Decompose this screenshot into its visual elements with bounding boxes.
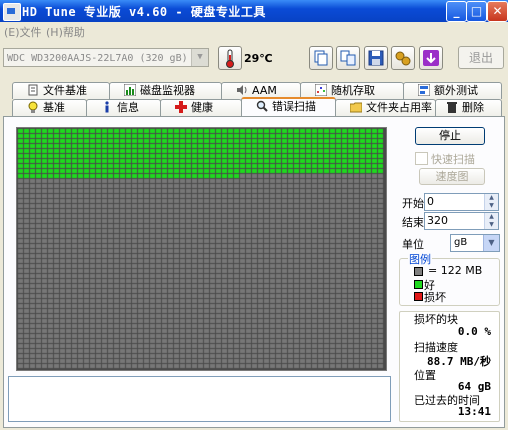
legend-block-size: = 122 MB [428, 264, 483, 277]
temperature-value: 29℃ [244, 52, 273, 65]
tab-label: 磁盘监视器 [140, 84, 195, 97]
legend-block-swatch [414, 267, 423, 276]
window-title: HD Tune 专业版 v4.60 - 硬盘专业工具 [22, 5, 266, 19]
spinner-arrows-icon[interactable]: ▲ ▼ [484, 213, 498, 229]
save-icon [368, 50, 384, 66]
maximize-button[interactable]: □ [466, 1, 487, 22]
copy-icon [314, 50, 328, 66]
end-value: 320 [427, 214, 448, 227]
extra-tests-icon [418, 84, 430, 96]
unit-select[interactable]: gB ▼ [450, 234, 500, 252]
tab-label: 文件夹占用率 [366, 101, 432, 114]
close-button[interactable]: ✕ [487, 1, 508, 22]
unit-value: gB [454, 237, 468, 248]
quick-scan-checkbox[interactable]: 快速扫描 [415, 151, 475, 167]
tab-file-benchmark[interactable]: 文件基准 [12, 82, 110, 99]
start-label: 开始 [402, 197, 424, 210]
tab-label: 错误扫描 [272, 100, 316, 113]
download-button[interactable] [419, 46, 443, 70]
drive-select-value: WDC WD3200AAJS-22L7A0 (320 gB) [7, 53, 188, 64]
copy-all-icon [340, 50, 356, 66]
info-icon [105, 101, 109, 113]
speed-map-button[interactable]: 速度图 [419, 168, 485, 185]
random-access-icon [315, 84, 327, 96]
elapsed-time-value: 13:41 [457, 405, 491, 418]
tab-info[interactable]: 信息 [86, 99, 161, 116]
options-button[interactable] [391, 46, 415, 70]
tab-label: 健康 [191, 101, 213, 114]
download-icon [423, 50, 439, 66]
tab-error-scan[interactable]: 错误扫描 [241, 97, 336, 116]
tab-label: 随机存取 [331, 84, 375, 97]
legend-bad-label: 损坏 [424, 291, 446, 304]
tab-benchmark[interactable]: 基准 [12, 99, 87, 116]
start-value: 0 [427, 195, 434, 208]
copy-all-button[interactable] [336, 46, 360, 70]
options-icon [395, 51, 411, 66]
scan-block-map [16, 127, 387, 371]
drive-select[interactable]: WDC WD3200AAJS-22L7A0 (320 gB) ▼ [3, 48, 209, 67]
tab-extra-tests[interactable]: 额外测试 [403, 82, 502, 99]
quick-scan-label: 快速扫描 [431, 153, 475, 166]
magnifier-icon [256, 100, 268, 112]
menu-help[interactable]: (H)帮助 [46, 24, 85, 40]
spinner-arrows-icon[interactable]: ▲ ▼ [484, 194, 498, 210]
damaged-blocks-value: 0.0 % [457, 325, 491, 338]
copy-button[interactable] [309, 46, 333, 70]
tab-health[interactable]: 健康 [160, 99, 242, 116]
trash-icon [447, 102, 457, 113]
legend-bad-swatch [414, 292, 423, 301]
menu-bar: (E)文件 (H)帮助 [0, 22, 508, 40]
health-icon [175, 101, 187, 113]
tab-erase[interactable]: 删除 [435, 99, 502, 116]
tab-disk-monitor[interactable]: 磁盘监视器 [109, 82, 222, 99]
file-benchmark-icon [28, 84, 38, 96]
benchmark-icon [28, 101, 38, 113]
end-label: 结束 [402, 216, 424, 229]
app-icon [3, 3, 21, 21]
save-button[interactable] [364, 46, 388, 70]
scan-block-grid [17, 128, 386, 370]
tab-folder-usage[interactable]: 文件夹占用率 [335, 99, 436, 116]
chevron-down-icon: ▼ [191, 49, 208, 66]
disk-monitor-icon [124, 84, 136, 96]
menu-file[interactable]: (E)文件 [4, 24, 42, 40]
temperature-button[interactable] [218, 46, 242, 70]
tab-label: 基准 [43, 101, 65, 114]
folder-icon [350, 102, 362, 113]
thermometer-icon [226, 49, 234, 68]
minimize-button[interactable]: _ [446, 1, 467, 22]
chevron-down-icon: ▼ [483, 235, 499, 251]
speaker-icon [237, 85, 247, 95]
legend-good-swatch [414, 280, 423, 289]
checkbox-box [415, 152, 428, 165]
tab-label: AAM [252, 84, 277, 97]
tab-label: 文件基准 [43, 84, 87, 97]
end-input[interactable]: 320 ▲ ▼ [424, 212, 499, 230]
scan-log-box [8, 376, 391, 422]
start-input[interactable]: 0 ▲ ▼ [424, 193, 499, 211]
stop-button[interactable]: 停止 [415, 127, 485, 145]
tab-label: 删除 [462, 101, 484, 114]
tab-label: 信息 [117, 101, 139, 114]
tab-label: 额外测试 [434, 84, 478, 97]
unit-label: 单位 [402, 238, 424, 251]
exit-button[interactable]: 退出 [458, 46, 504, 69]
title-bar: HD Tune 专业版 v4.60 - 硬盘专业工具 _ □ ✕ [0, 0, 508, 22]
